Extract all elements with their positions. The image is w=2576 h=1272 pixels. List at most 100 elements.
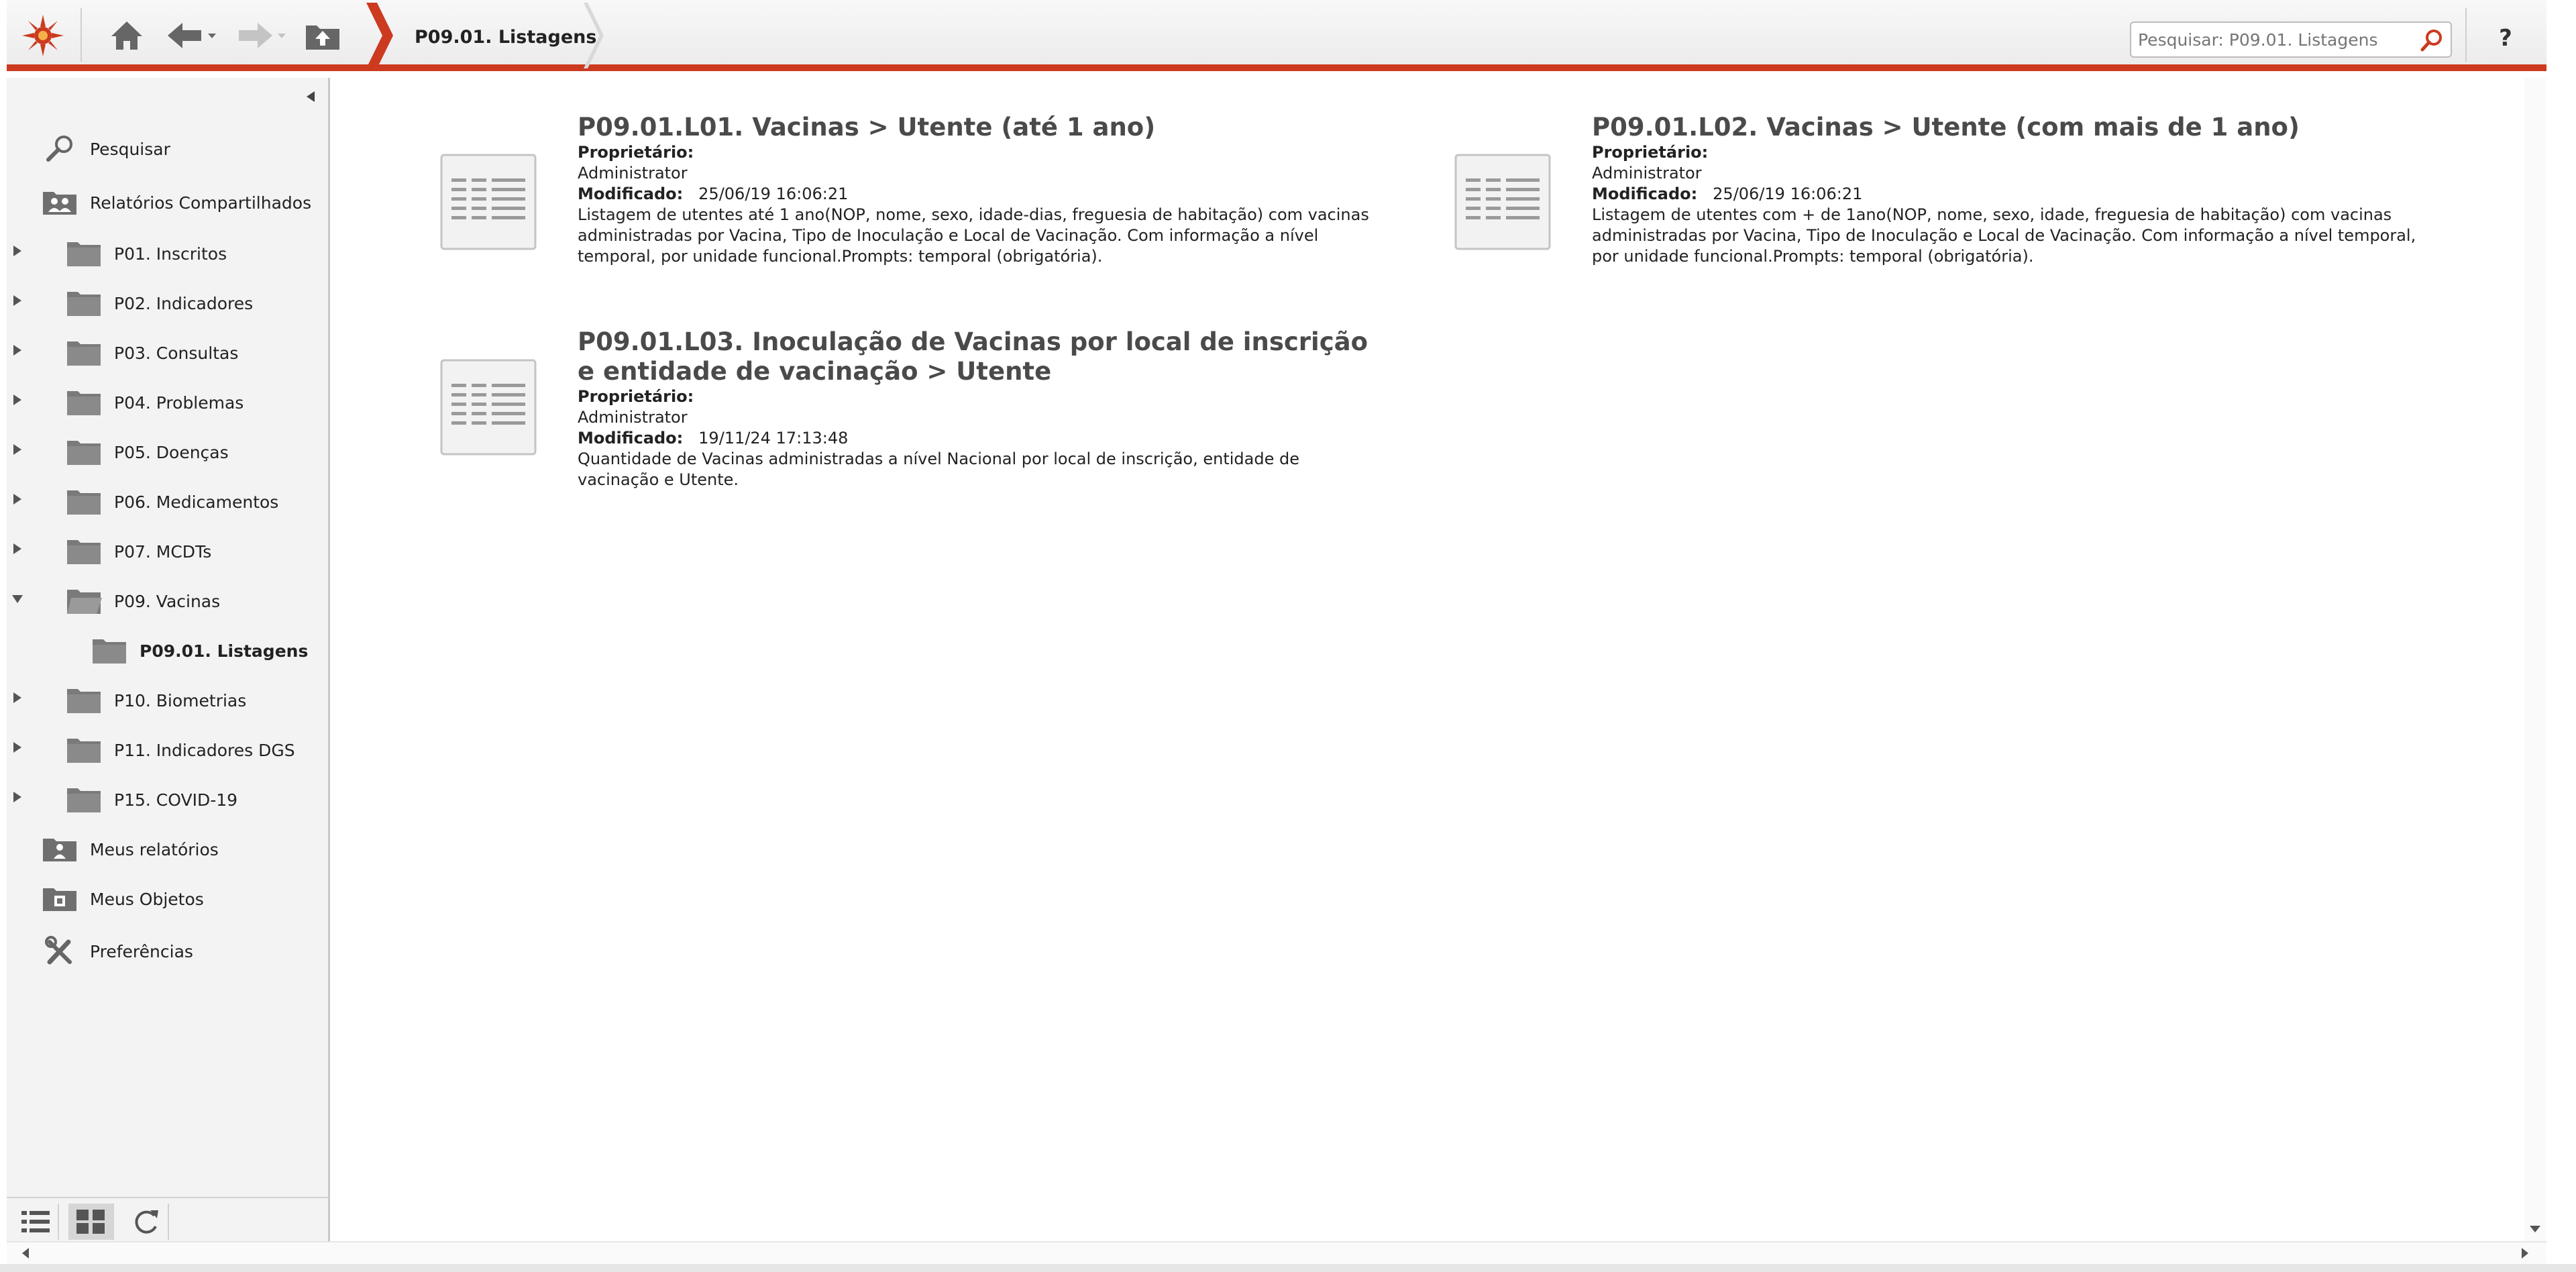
report-title[interactable]: P09.01.L03. Inoculação de Vacinas por lo… <box>578 327 1376 386</box>
expand-arrow-icon[interactable] <box>9 392 25 408</box>
sidebar-item-folder[interactable]: P03. Consultas <box>64 333 238 373</box>
home-button[interactable] <box>106 15 148 56</box>
report-modified-date: 19/11/24 17:13:48 <box>698 429 849 447</box>
report-owner: Administrator <box>578 408 688 427</box>
up-folder-button[interactable] <box>302 15 343 56</box>
tools-icon <box>40 935 79 968</box>
expand-arrow-icon[interactable] <box>9 789 25 805</box>
scroll-down-icon[interactable] <box>2526 1220 2544 1238</box>
report-list-area: P09.01.L01. Vacinas > Utente (até 1 ano)… <box>332 78 2524 1241</box>
app-logo[interactable] <box>7 0 79 71</box>
collapse-arrow-icon[interactable] <box>9 590 25 606</box>
sidebar-item-folder[interactable]: P07. MCDTs <box>64 531 211 572</box>
window-bottom-border <box>0 1264 2576 1272</box>
report-document-icon[interactable] <box>439 153 537 251</box>
scroll-right-icon[interactable] <box>2516 1244 2534 1263</box>
sidebar-item-label: P01. Inscritos <box>114 244 227 264</box>
sidebar-item-folder[interactable]: P05. Doenças <box>64 432 229 472</box>
breadcrumb-chevron-icon <box>366 3 393 68</box>
collapse-sidebar-icon[interactable] <box>301 87 320 106</box>
breadcrumb-end-icon <box>584 3 604 68</box>
horizontal-scrollbar[interactable] <box>7 1241 2546 1264</box>
sidebar-item-label: Meus Objetos <box>90 889 204 909</box>
search-icon[interactable] <box>2420 28 2444 52</box>
sidebar-item-label: P02. Indicadores <box>114 293 254 313</box>
expand-arrow-icon[interactable] <box>9 739 25 755</box>
view-mode-bar <box>7 1197 328 1241</box>
sidebar-item-label: Pesquisar <box>90 139 170 159</box>
report-owner: Administrator <box>578 164 688 182</box>
sidebar-item-label: P07. MCDTs <box>114 541 212 562</box>
folder-icon <box>64 485 103 519</box>
expand-arrow-icon[interactable] <box>9 491 25 507</box>
tile-view-button[interactable] <box>68 1204 114 1240</box>
owner-label: Proprietário: <box>578 387 694 406</box>
expand-arrow-icon[interactable] <box>9 243 25 259</box>
report-owner: Administrator <box>1592 164 1702 182</box>
user-folder-icon <box>40 833 79 866</box>
expand-arrow-icon[interactable] <box>9 342 25 358</box>
expand-arrow-icon[interactable] <box>9 293 25 309</box>
sidebar-item-label: P03. Consultas <box>114 343 239 363</box>
sidebar-item-folder[interactable]: P11. Indicadores DGS <box>64 730 295 770</box>
expand-arrow-icon[interactable] <box>9 441 25 458</box>
folder-icon <box>64 783 103 816</box>
sun-logo-icon <box>22 15 64 56</box>
sidebar-item-shared-reports[interactable]: Relatórios Compartilhados <box>40 182 311 223</box>
report-title[interactable]: P09.01.L01. Vacinas > Utente (até 1 ano) <box>578 113 1369 142</box>
help-button[interactable]: ? <box>2489 21 2522 55</box>
expand-arrow-icon[interactable] <box>9 541 25 557</box>
refresh-button[interactable] <box>123 1204 169 1240</box>
owner-label: Proprietário: <box>1592 143 1709 162</box>
sidebar-item-my-reports[interactable]: Meus relatórios <box>40 829 219 869</box>
list-view-button[interactable] <box>13 1204 59 1240</box>
back-button[interactable] <box>165 15 219 56</box>
sidebar-item-folder[interactable]: P15. COVID-19 <box>64 780 237 820</box>
sidebar-item-folder[interactable]: P06. Medicamentos <box>64 482 278 522</box>
sidebar-item-folder-listagens[interactable]: P09.01. Listagens <box>90 631 308 671</box>
sidebar-item-label: P09. Vacinas <box>114 591 221 611</box>
modified-label: Modificado: <box>578 184 684 203</box>
sidebar-item-folder[interactable]: P10. Biometrias <box>64 680 246 721</box>
objects-folder-icon <box>40 882 79 916</box>
folder-icon <box>64 286 103 320</box>
refresh-icon <box>135 1210 158 1234</box>
report-title[interactable]: P09.01.L02. Vacinas > Utente (com mais d… <box>1592 113 2424 142</box>
sidebar-item-label: P06. Medicamentos <box>114 492 279 512</box>
report-document-icon[interactable] <box>1454 153 1552 251</box>
sidebar-item-label: P11. Indicadores DGS <box>114 740 295 760</box>
report-description: Listagem de utentes até 1 ano(NOP, nome,… <box>578 205 1369 266</box>
report-description: Listagem de utentes com + de 1ano(NOP, n… <box>1592 205 2416 266</box>
scroll-left-icon[interactable] <box>16 1244 35 1263</box>
sidebar-item-my-objects[interactable]: Meus Objetos <box>40 879 204 919</box>
sidebar-item-folder[interactable]: P01. Inscritos <box>64 233 227 274</box>
modified-label: Modificado: <box>1592 184 1698 203</box>
report-document-icon[interactable] <box>439 358 537 456</box>
folder-icon <box>64 336 103 370</box>
top-toolbar: P09.01. Listagens ? <box>7 0 2546 71</box>
folder-icon <box>90 634 129 668</box>
grid-icon <box>76 1210 105 1234</box>
folder-icon <box>64 733 103 767</box>
report-modified-date: 25/06/19 16:06:21 <box>1713 184 1863 203</box>
search-input[interactable] <box>2138 27 2406 52</box>
sidebar-item-folder-vacinas[interactable]: P09. Vacinas <box>64 581 220 621</box>
folder-icon <box>64 535 103 568</box>
arrow-left-icon <box>168 23 216 48</box>
sidebar-item-label: Preferências <box>90 941 193 961</box>
forward-button[interactable] <box>235 15 288 56</box>
sidebar-item-search[interactable]: Pesquisar <box>40 129 170 169</box>
sidebar-item-folder[interactable]: P02. Indicadores <box>64 283 253 323</box>
breadcrumb-current: P09.01. Listagens <box>415 27 597 48</box>
folder-icon <box>64 435 103 469</box>
shared-folder-icon <box>40 186 79 219</box>
sidebar-item-preferences[interactable]: Preferências <box>40 931 193 971</box>
folder-icon <box>64 237 103 270</box>
expand-arrow-icon[interactable] <box>9 690 25 706</box>
sidebar-item-label: Relatórios Compartilhados <box>90 193 312 213</box>
sidebar-item-label: P04. Problemas <box>114 392 244 413</box>
sidebar-item-label: P10. Biometrias <box>114 690 247 710</box>
vertical-scrollbar[interactable] <box>2524 78 2546 1241</box>
report-modified-date: 25/06/19 16:06:21 <box>698 184 849 203</box>
sidebar-item-folder[interactable]: P04. Problemas <box>64 382 244 423</box>
